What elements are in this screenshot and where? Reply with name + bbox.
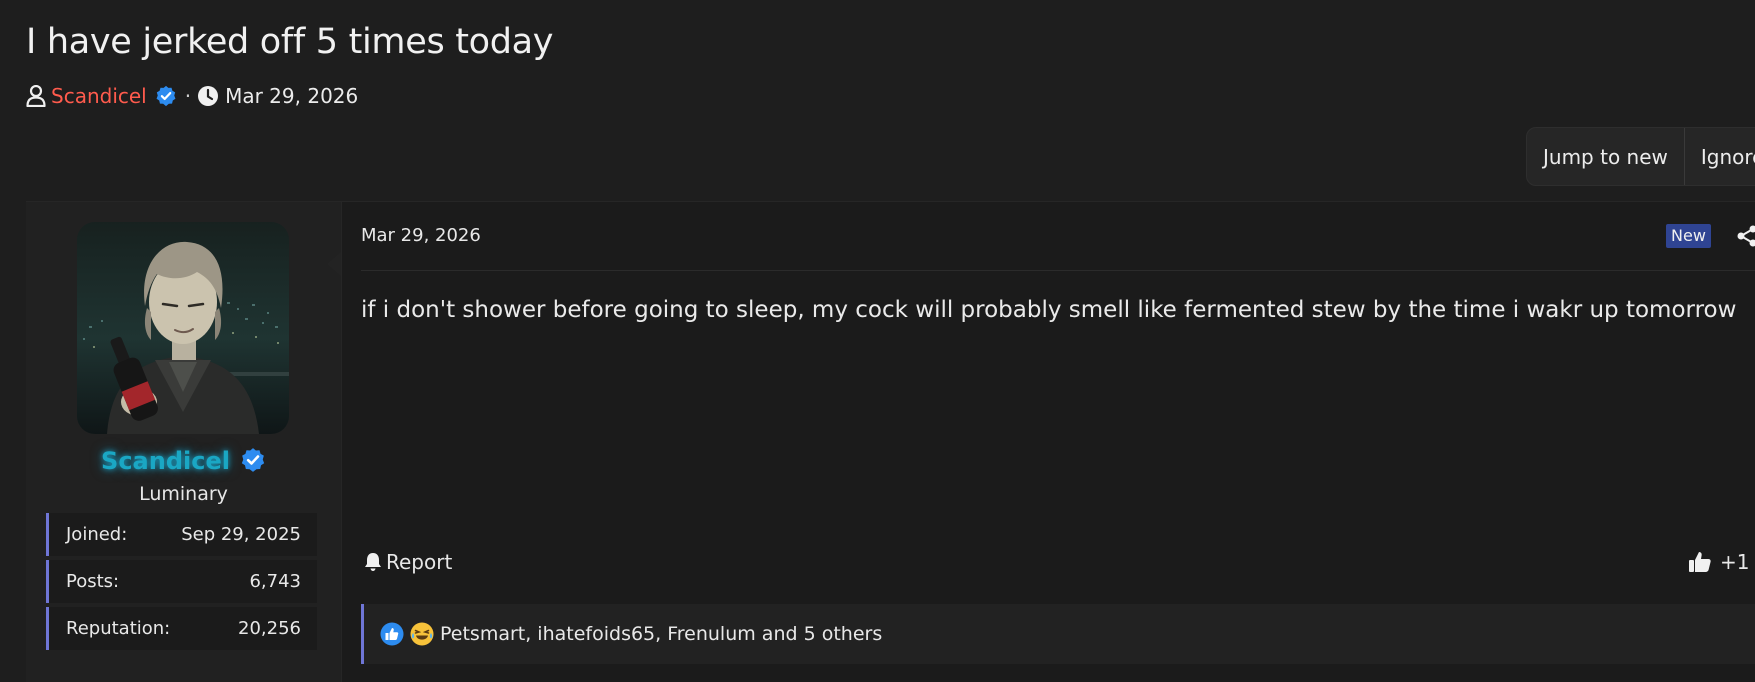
post-divider: [361, 270, 1755, 271]
post-main: Mar 29, 2026 New if i don't shower befor…: [341, 202, 1755, 682]
reactions-list[interactable]: Petsmart, ihatefoids65, Frenulum and 5 o…: [440, 623, 882, 645]
post-date[interactable]: Mar 29, 2026: [361, 225, 481, 246]
verified-badge-icon: [155, 85, 177, 107]
post-body: if i don't shower before going to sleep,…: [361, 297, 1736, 323]
like-count-label[interactable]: +1: [1720, 550, 1749, 574]
verified-badge-icon: [240, 447, 266, 473]
user-rank-title: Luminary: [26, 483, 341, 505]
stat-value: Sep 29, 2025: [181, 524, 301, 545]
thread-meta: Scandicel · Mar 29, 2026: [26, 82, 358, 110]
stat-reputation: Reputation: 20,256: [46, 607, 317, 650]
stat-joined: Joined: Sep 29, 2025: [46, 513, 317, 556]
like-reaction-icon: [380, 622, 404, 646]
stat-posts: Posts: 6,743: [46, 560, 317, 603]
bell-icon: [364, 552, 382, 572]
meta-separator: ·: [185, 84, 191, 108]
share-icon[interactable]: [1735, 224, 1755, 248]
post: Scandicel Luminary Joined: Sep 29, 2025 …: [26, 201, 1755, 682]
stat-value[interactable]: 6,743: [249, 571, 301, 592]
clock-icon: [197, 85, 219, 107]
thumbs-up-icon: [1688, 550, 1712, 574]
stat-label: Posts:: [66, 571, 119, 592]
like-button[interactable]: +1: [1688, 550, 1749, 574]
user-icon: [26, 85, 46, 107]
user-panel-arrow: [327, 252, 341, 276]
report-label[interactable]: Report: [386, 550, 452, 574]
stat-value: 20,256: [238, 618, 301, 639]
thread-date: Mar 29, 2026: [225, 84, 358, 108]
ignore-button[interactable]: Ignore: [1684, 128, 1755, 185]
avatar[interactable]: [77, 222, 289, 434]
report-button[interactable]: Report: [364, 550, 452, 574]
post-username[interactable]: Scandicel: [26, 447, 341, 475]
jump-to-new-button[interactable]: Jump to new: [1527, 128, 1684, 185]
post-username-text[interactable]: Scandicel: [101, 447, 230, 475]
thread-action-bar: Jump to new Ignore: [1526, 127, 1755, 186]
stat-label: Joined:: [66, 524, 127, 545]
reactions-bar[interactable]: Petsmart, ihatefoids65, Frenulum and 5 o…: [361, 604, 1755, 664]
laughing-reaction-icon: [410, 622, 434, 646]
stat-label: Reputation:: [66, 618, 170, 639]
thread-title: I have jerked off 5 times today: [26, 22, 553, 62]
post-user-panel: Scandicel Luminary Joined: Sep 29, 2025 …: [26, 202, 342, 682]
new-badge: New: [1666, 224, 1711, 248]
thread-author-link[interactable]: Scandicel: [51, 84, 147, 108]
